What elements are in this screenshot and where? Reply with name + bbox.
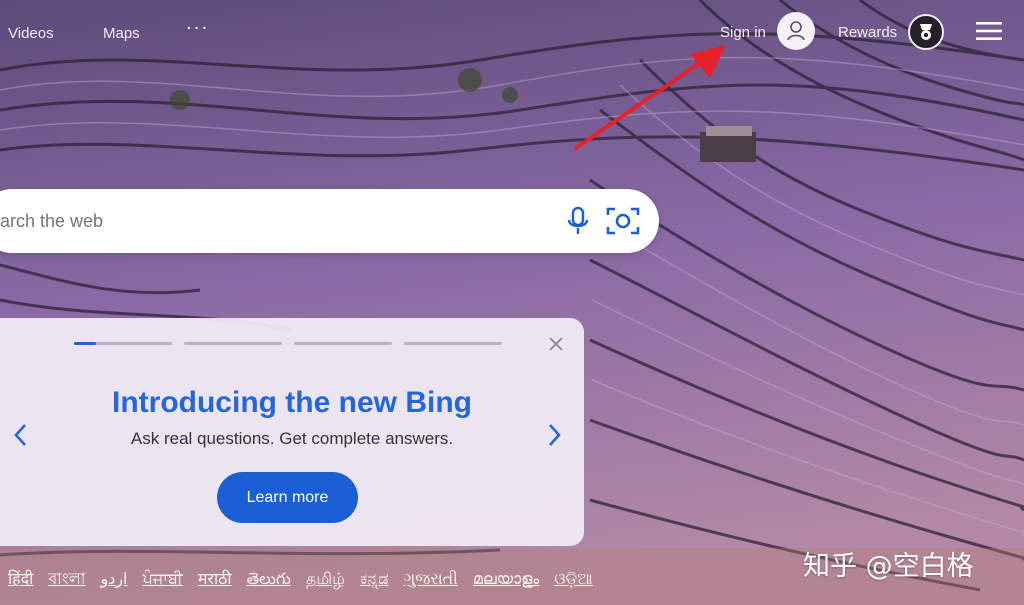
language-link[interactable]: മലയാളം (473, 569, 539, 588)
language-link[interactable]: اردو (100, 569, 127, 588)
language-link[interactable]: ಕನ್ನಡ (360, 569, 388, 588)
nav-maps[interactable]: Maps (103, 25, 140, 42)
language-link[interactable]: ਪੰਜਾਬੀ (143, 569, 183, 588)
rewards-badge-icon (920, 24, 932, 40)
card-title: Introducing the new Bing (112, 386, 472, 419)
language-link[interactable]: বাংলা (48, 569, 85, 588)
carousel-progress-1 (74, 342, 172, 345)
language-link[interactable]: ଓଡ଼ିଆ (554, 569, 592, 588)
learn-more-button[interactable]: Learn more (217, 472, 358, 523)
carousel-progress-3 (294, 342, 392, 345)
language-link[interactable]: हिंदी (8, 569, 33, 588)
annotation-arrow (574, 45, 726, 150)
nav-more[interactable]: ··· (186, 18, 209, 39)
language-link[interactable]: मराठी (198, 569, 232, 588)
sign-in-link[interactable]: Sign in (720, 24, 766, 41)
rewards-badge[interactable] (908, 14, 944, 50)
close-icon[interactable] (548, 336, 564, 352)
visual-search-icon[interactable] (606, 205, 640, 237)
hamburger-menu-icon[interactable] (976, 21, 1002, 41)
nav-videos[interactable]: Videos (8, 25, 54, 42)
language-link[interactable]: ગુજરાતી (404, 569, 458, 588)
user-icon (787, 21, 805, 41)
microphone-icon[interactable] (565, 206, 591, 236)
watermark: 知乎 @空白格 (803, 551, 974, 582)
search-box[interactable] (0, 189, 659, 253)
promo-card: Introducing the new Bing Ask real questi… (0, 318, 584, 546)
carousel-progress-4 (404, 342, 502, 345)
top-navigation: Videos Maps ··· Sign in Rewards (0, 12, 1024, 50)
card-subtitle: Ask real questions. Get complete answers… (130, 429, 454, 448)
avatar[interactable] (777, 12, 815, 50)
carousel-progress-2 (184, 342, 282, 345)
language-link[interactable]: తెలుగు (247, 569, 291, 588)
language-link[interactable]: தமிழ் (306, 569, 345, 588)
rewards-link[interactable]: Rewards (838, 24, 897, 41)
language-list: हिंदी বাংলা اردو ਪੰਜਾਬੀ मराठी తెలుగు தமி… (8, 566, 603, 593)
search-input[interactable] (0, 211, 450, 232)
